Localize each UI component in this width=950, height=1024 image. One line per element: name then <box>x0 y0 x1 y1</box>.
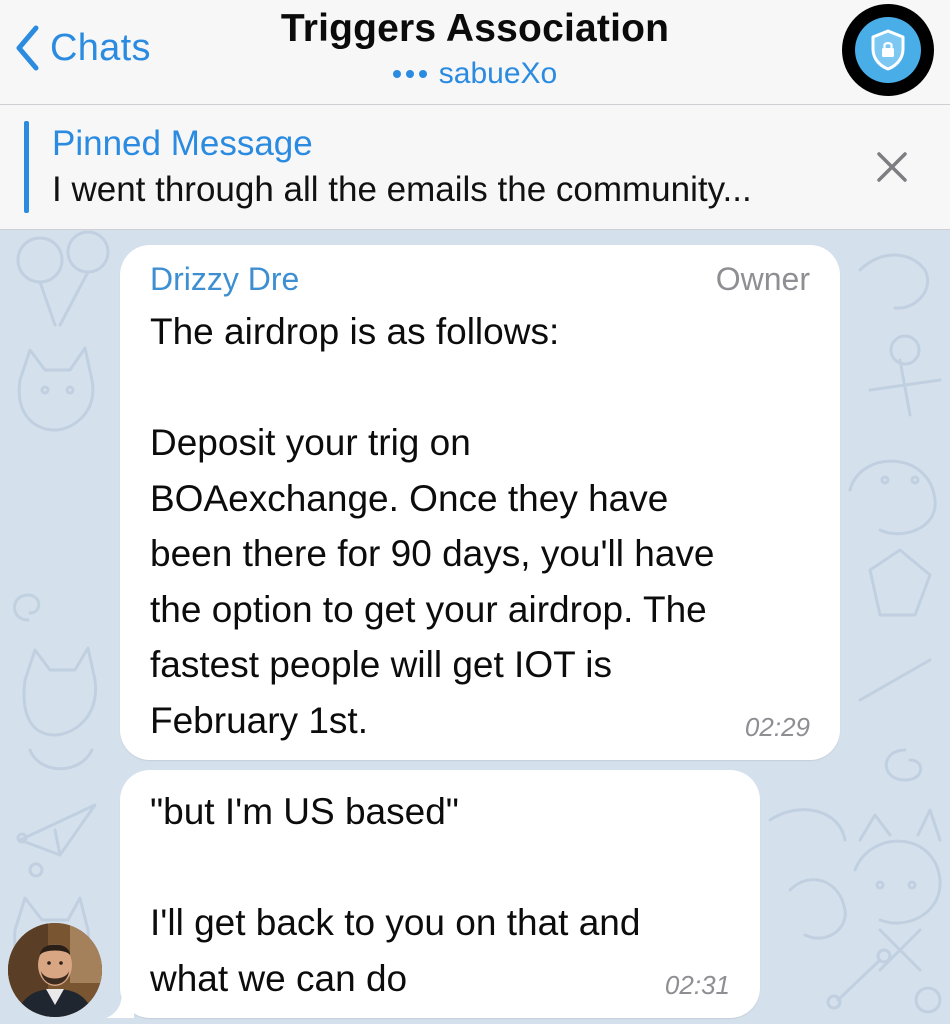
pinned-title: Pinned Message <box>52 124 313 163</box>
pinned-accent-line <box>24 121 29 213</box>
close-icon[interactable] <box>874 149 910 185</box>
bubble-tail <box>106 992 134 1018</box>
message-time: 02:31 <box>664 970 730 1000</box>
message-text: The airdrop is as follows: Deposit your … <box>150 311 715 741</box>
avatar[interactable] <box>8 923 102 1017</box>
message-bubble[interactable]: Drizzy Dre Owner The airdrop is as follo… <box>120 245 840 760</box>
shield-lock-icon <box>855 17 921 83</box>
message-time: 02:29 <box>744 712 810 742</box>
message-bubble[interactable]: "but I'm US based" I'll get back to you … <box>120 770 760 1018</box>
pinned-message-bar[interactable]: Pinned Message I went through all the em… <box>0 105 950 230</box>
chat-area[interactable]: Drizzy Dre Owner The airdrop is as follo… <box>0 230 950 1024</box>
chevron-left-icon <box>16 25 39 71</box>
pinned-preview-text: I went through all the emails the commun… <box>52 170 752 209</box>
typing-user: sabueXo <box>438 57 558 90</box>
group-avatar[interactable] <box>842 4 934 96</box>
message-text: "but I'm US based" I'll get back to you … <box>150 791 641 999</box>
typing-dots-icon <box>392 70 427 78</box>
back-button[interactable]: Chats <box>14 18 151 78</box>
back-label: Chats <box>50 26 151 69</box>
sender-role-badge: Owner <box>715 261 810 297</box>
navigation-bar: Chats Triggers Association sabueXo <box>0 0 950 105</box>
sender-name[interactable]: Drizzy Dre <box>150 259 299 299</box>
